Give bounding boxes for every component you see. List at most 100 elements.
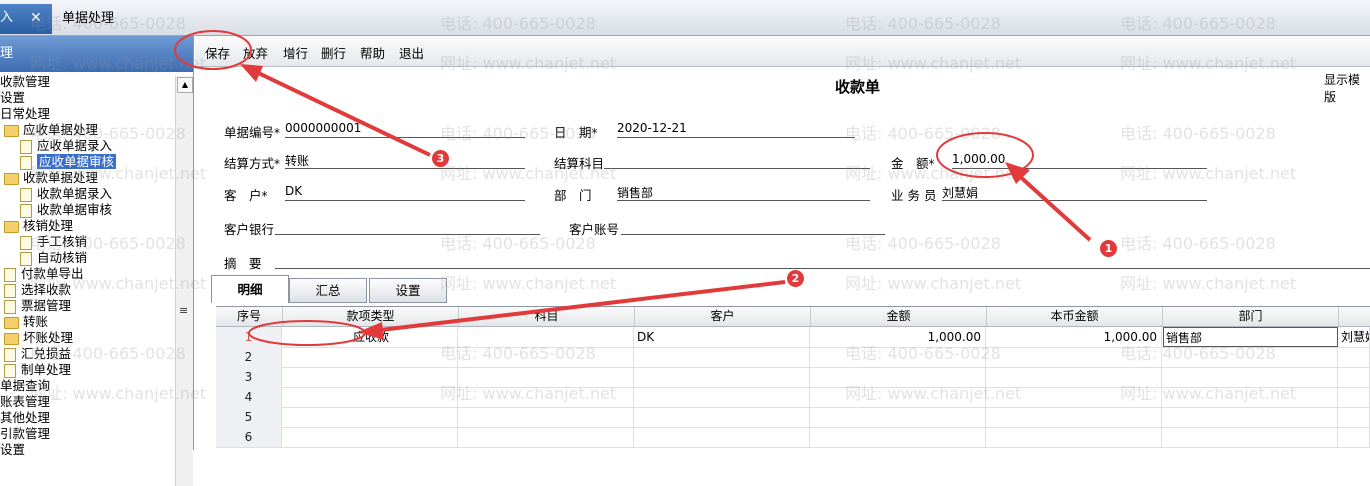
type-cell[interactable] [283,367,458,387]
local-amount-cell[interactable] [987,347,1162,367]
tree-item[interactable]: 自动核销 [20,250,87,266]
department-cell[interactable] [1163,427,1338,447]
tree-item[interactable]: 手工核销 [20,234,87,250]
subject-cell[interactable] [459,327,634,347]
tree-item[interactable]: 转账 [4,314,48,330]
amount-cell[interactable] [811,367,986,387]
tab-detail[interactable]: 明细 [211,275,289,303]
customer-cell[interactable] [635,367,810,387]
local-amount-cell[interactable] [987,407,1162,427]
settlement-method-field[interactable]: 转账 [285,152,525,169]
subject-cell[interactable] [459,387,634,407]
tree-item[interactable]: 设置 [0,90,25,106]
subject-cell[interactable] [459,427,634,447]
tree-item[interactable]: 收款单据审核 [20,202,112,218]
tree-item[interactable]: 账表管理 [0,394,50,410]
customer-cell[interactable]: DK [635,327,810,347]
type-cell[interactable] [283,407,458,427]
delete-row-button[interactable]: 删行 [321,36,346,66]
type-cell[interactable] [283,427,458,447]
customer-field[interactable]: DK [285,184,525,201]
department-cell[interactable] [1163,387,1338,407]
amount-cell[interactable] [811,407,986,427]
department-field[interactable]: 销售部 [617,184,870,201]
table-row[interactable]: 6 [216,427,1370,448]
department-cell[interactable] [1163,407,1338,427]
tree-item[interactable]: 收款单据处理 [4,170,98,186]
tree-item[interactable]: 其他处理 [0,410,50,426]
tab-settings[interactable]: 设置 [369,278,447,303]
tree-item[interactable]: 制单处理 [4,362,71,378]
extra-cell[interactable] [1339,347,1370,367]
table-row[interactable]: 3 [216,367,1370,388]
amount-cell[interactable] [811,427,986,447]
tree-item[interactable]: 引款管理 [0,426,50,442]
tree-scrollbar[interactable]: ▲ [175,76,193,486]
tree-item[interactable]: 应收单据审核 [20,154,117,170]
amount-cell[interactable] [811,347,986,367]
save-button[interactable]: 保存 [205,36,230,66]
tree-item[interactable]: 核销处理 [4,218,73,234]
subject-cell[interactable] [459,367,634,387]
extra-cell[interactable] [1339,407,1370,427]
tree-item[interactable]: 应收单据录入 [20,138,112,154]
date-label: 日 期* [554,122,598,141]
settlement-subject-field[interactable] [604,152,870,169]
add-row-button[interactable]: 增行 [283,36,308,66]
customer-account-field[interactable] [621,218,885,235]
tab-active[interactable]: 入 ✕ [0,4,52,34]
salesman-field[interactable]: 刘慧娟 [942,184,1207,201]
department-cell[interactable] [1163,347,1338,367]
extra-cell[interactable] [1339,387,1370,407]
tree-item[interactable]: 收款管理 [0,74,50,90]
tree-item[interactable]: 汇兑损益 [4,346,71,362]
tree-item[interactable]: 应收单据处理 [4,122,98,138]
table-row[interactable]: 1应收款DK1,000.001,000.00销售部刘慧娟 [216,327,1370,348]
discard-button[interactable]: 放弃 [243,36,268,66]
exit-button[interactable]: 退出 [399,36,424,66]
table-row[interactable]: 2 [216,347,1370,368]
tree-item[interactable]: 收款单据录入 [20,186,112,202]
customer-cell[interactable] [635,407,810,427]
type-cell[interactable]: 应收款 [283,327,458,347]
amount-cell[interactable] [811,387,986,407]
type-cell[interactable] [283,347,458,367]
tree-item[interactable]: 坏账处理 [4,330,73,346]
tree-item[interactable]: 日常处理 [0,106,50,122]
date-field[interactable]: 2020-12-21 [617,121,855,138]
tab-summary[interactable]: 汇总 [289,278,367,303]
local-amount-cell[interactable] [987,387,1162,407]
display-template-link[interactable]: 显示模版 [1324,71,1370,105]
tree-item[interactable]: 票据管理 [4,298,71,314]
help-button[interactable]: 帮助 [360,36,385,66]
tree-item[interactable]: 付款单导出 [4,266,84,282]
tab-document-processing[interactable]: 单据处理 [62,5,114,33]
customer-cell[interactable] [635,347,810,367]
extra-cell[interactable] [1339,367,1370,387]
close-icon[interactable]: ✕ [30,4,42,32]
type-cell[interactable] [283,387,458,407]
customer-bank-field[interactable] [275,218,540,235]
local-amount-cell[interactable]: 1,000.00 [987,327,1162,347]
customer-cell[interactable] [635,427,810,447]
amount-cell[interactable]: 1,000.00 [811,327,986,347]
local-amount-cell[interactable] [987,427,1162,447]
summary-field[interactable] [275,252,1370,269]
tree-item[interactable]: 单据查询 [0,378,50,394]
department-cell[interactable]: 销售部 [1163,327,1338,347]
amount-field[interactable]: 1,000.00 [952,152,1207,169]
extra-cell[interactable] [1339,427,1370,447]
customer-cell[interactable] [635,387,810,407]
subject-cell[interactable] [459,407,634,427]
extra-cell[interactable]: 刘慧娟 [1339,327,1370,347]
table-row[interactable]: 5 [216,407,1370,428]
local-amount-cell[interactable] [987,367,1162,387]
tree-item[interactable]: 选择收款 [4,282,71,298]
splitter-grip-icon[interactable]: ≡ [179,304,188,317]
tree-item[interactable]: 设置 [0,442,25,458]
doc-number-field[interactable]: 0000000001 [285,121,525,138]
department-cell[interactable] [1163,367,1338,387]
subject-cell[interactable] [459,347,634,367]
scroll-up-icon[interactable]: ▲ [177,77,193,93]
table-row[interactable]: 4 [216,387,1370,408]
